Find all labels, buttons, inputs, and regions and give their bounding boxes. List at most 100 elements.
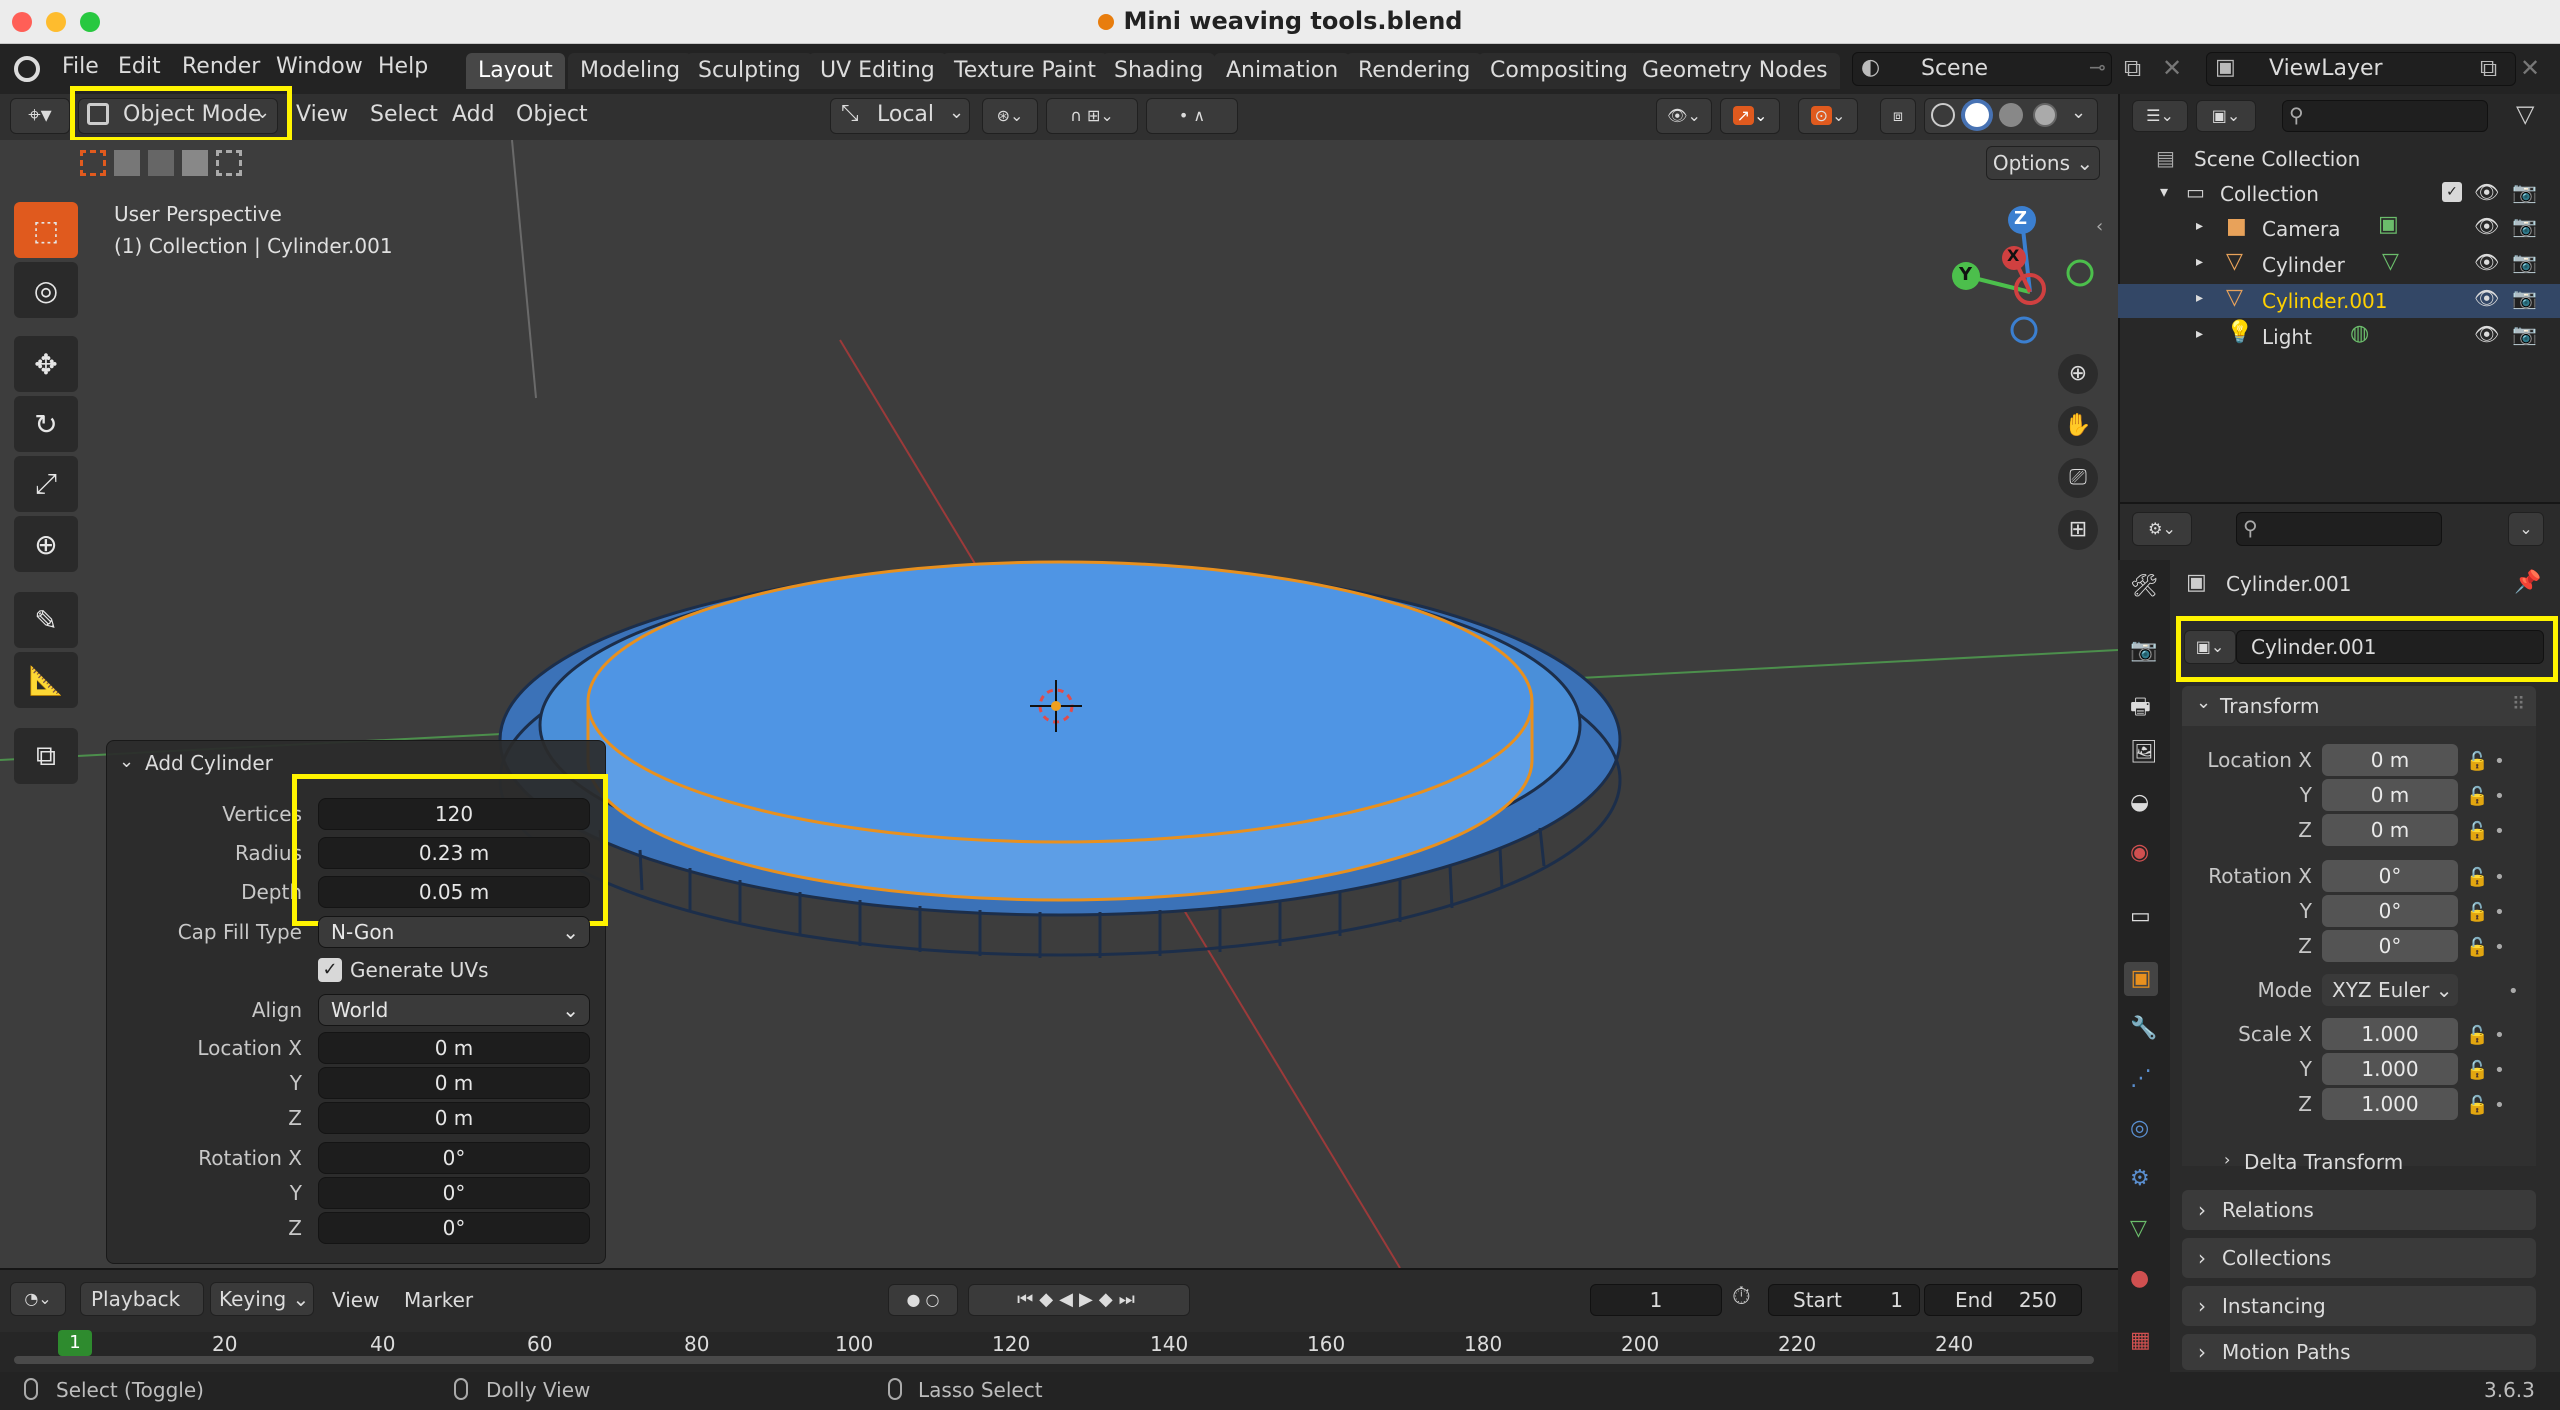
prop-rotation-x-field[interactable]: 0° xyxy=(2322,860,2458,892)
pivot-point-icon[interactable]: ⊛⌄ xyxy=(982,98,1038,134)
xray-icon[interactable]: ⧈ xyxy=(1880,98,1916,134)
transform-label[interactable]: Transform xyxy=(2220,694,2319,718)
outliner-item-camera[interactable]: Camera xyxy=(2262,217,2341,241)
instancing-panel[interactable]: › Instancing xyxy=(2182,1286,2536,1326)
add-cube-tool-icon[interactable]: ⧉ xyxy=(14,728,78,784)
view-layer-selector[interactable]: ▣ ViewLayer xyxy=(2206,52,2516,86)
lock-icon[interactable]: 🔓 • xyxy=(2466,860,2536,895)
select-invert-icon[interactable] xyxy=(182,150,208,176)
chevron-right-icon[interactable]: › xyxy=(2224,1150,2230,1169)
rotate-tool-icon[interactable]: ↻ xyxy=(14,396,78,452)
lock-icon[interactable]: 🔓 • xyxy=(2466,1018,2536,1053)
eye-icon[interactable]: 👁 xyxy=(2474,322,2499,346)
collection-exclude-checkbox[interactable]: ✓ xyxy=(2442,182,2462,202)
tab-uv-editing[interactable]: UV Editing xyxy=(808,53,947,89)
object-browse-icon[interactable]: ▣⌄ xyxy=(2184,630,2236,664)
rendered-shading-icon[interactable] xyxy=(2033,103,2057,127)
eye-icon[interactable]: 👁 xyxy=(2474,214,2499,238)
menu-view[interactable]: View xyxy=(296,102,348,127)
chevron-right-icon[interactable]: ▸ xyxy=(2196,290,2203,306)
lock-icon[interactable]: 🔓 • xyxy=(2466,744,2536,779)
tab-compositing[interactable]: Compositing xyxy=(1478,53,1640,89)
lock-icon[interactable]: 🔓 • xyxy=(2466,895,2536,930)
material-shading-icon[interactable] xyxy=(1999,103,2023,127)
tab-modeling[interactable]: Modeling xyxy=(568,53,693,89)
view-layer-properties-icon[interactable]: 🖼 xyxy=(2130,740,2158,765)
modifier-properties-icon[interactable]: 🔧 xyxy=(2130,1016,2157,1041)
playback-controls[interactable]: ⏮◆◀▶◆⏭ xyxy=(968,1284,1190,1316)
chevron-right-icon[interactable]: ▸ xyxy=(2196,218,2203,234)
current-frame-field[interactable]: 1 xyxy=(1590,1284,1722,1316)
rotation-y-field[interactable]: 0° xyxy=(318,1177,590,1209)
current-frame-marker[interactable]: 1 xyxy=(58,1330,92,1356)
transform-tool-icon[interactable]: ⊕ xyxy=(14,516,78,572)
timeline-marker-menu[interactable]: Marker xyxy=(404,1288,473,1312)
collection-label[interactable]: Collection xyxy=(2220,182,2319,206)
gizmo-y-label[interactable]: Y xyxy=(1959,264,1972,285)
location-x-field[interactable]: 0 m xyxy=(318,1032,590,1064)
menu-render[interactable]: Render xyxy=(182,54,260,79)
visibility-icon[interactable]: 👁⌄ xyxy=(1656,98,1712,134)
timeline-view-menu[interactable]: View xyxy=(332,1288,379,1312)
scale-tool-icon[interactable]: ⤢ xyxy=(14,456,78,512)
blender-logo-icon[interactable] xyxy=(14,56,40,82)
scene-selector[interactable]: ◐ Scene ⊸ xyxy=(1852,52,2112,86)
drag-handle-icon[interactable]: ⠿ xyxy=(2512,694,2525,715)
cap-fill-select[interactable]: N-Gon ⌄ xyxy=(318,916,590,948)
start-frame-field[interactable]: Start 1 xyxy=(1768,1284,1920,1316)
delete-scene-icon[interactable]: ✕ xyxy=(2162,54,2182,82)
menu-window[interactable]: Window xyxy=(276,54,363,79)
align-select[interactable]: World ⌄ xyxy=(318,994,590,1026)
timeline-scrollbar[interactable] xyxy=(14,1356,2094,1364)
display-mode-icon[interactable]: ▣⌄ xyxy=(2196,100,2256,132)
chevron-down-icon[interactable]: ⌄ xyxy=(119,751,134,772)
lock-icon[interactable]: 🔓 • xyxy=(2466,1088,2536,1123)
lock-icon[interactable]: 🔓 • xyxy=(2466,1053,2536,1088)
options-button[interactable]: Options ⌄ xyxy=(1986,146,2100,180)
select-extend-icon[interactable] xyxy=(114,150,140,176)
overlays-icon[interactable]: ⊙ ⌄ xyxy=(1798,98,1858,134)
new-view-layer-icon[interactable]: ⧉ xyxy=(2480,54,2497,82)
prop-scale-y-field[interactable]: 1.000 xyxy=(2322,1053,2458,1085)
lock-icon[interactable]: 🔓 • xyxy=(2466,779,2536,814)
chevron-down-icon[interactable]: ▾ xyxy=(2160,182,2168,201)
motion-paths-panel[interactable]: › Motion Paths xyxy=(2182,1334,2536,1370)
eye-icon[interactable]: 👁 xyxy=(2474,286,2499,310)
prop-scale-z-field[interactable]: 1.000 xyxy=(2322,1088,2458,1120)
pin-icon[interactable]: ⊸ xyxy=(2089,55,2106,79)
rotation-z-field[interactable]: 0° xyxy=(318,1212,590,1244)
material-properties-icon[interactable]: ● xyxy=(2130,1266,2149,1291)
relations-panel[interactable]: › Relations xyxy=(2182,1190,2536,1230)
tab-layout[interactable]: Layout xyxy=(466,53,565,89)
playback-menu[interactable]: Playback ⌄ xyxy=(80,1282,204,1343)
proportional-editing-icon[interactable]: • ∧ xyxy=(1146,98,1238,134)
select-intersect-icon[interactable] xyxy=(216,150,242,176)
outliner-item-light[interactable]: Light xyxy=(2262,325,2312,349)
end-frame-field[interactable]: End 250 xyxy=(1924,1284,2082,1316)
prop-location-z-field[interactable]: 0 m xyxy=(2322,814,2458,846)
render-camera-icon[interactable]: 📷 xyxy=(2512,250,2537,274)
object-properties-icon[interactable]: ▣ xyxy=(2124,962,2158,996)
tab-animation[interactable]: Animation xyxy=(1214,53,1351,89)
panel-title[interactable]: Add Cylinder xyxy=(145,751,273,775)
scene-properties-icon[interactable]: ◒ xyxy=(2130,790,2149,815)
chevron-right-icon[interactable]: ▸ xyxy=(2196,326,2203,342)
menu-object[interactable]: Object xyxy=(516,102,588,127)
menu-select[interactable]: Select xyxy=(370,102,438,127)
eye-icon[interactable]: 👁 xyxy=(2474,180,2499,204)
menu-edit[interactable]: Edit xyxy=(118,54,161,79)
move-tool-icon[interactable]: ✥ xyxy=(14,336,78,392)
keyframe-dot-icon[interactable]: • xyxy=(2466,974,2536,1009)
shading-modes[interactable]: ⌄ xyxy=(1924,98,2098,134)
output-properties-icon[interactable]: 🖶 xyxy=(2130,690,2151,728)
perspective-toggle-icon[interactable]: ⊞ xyxy=(2058,510,2098,550)
tab-rendering[interactable]: Rendering xyxy=(1346,53,1483,89)
location-y-field[interactable]: 0 m xyxy=(318,1067,590,1099)
record-keyframe-icon[interactable]: ● ○ xyxy=(888,1284,958,1316)
mode-selector[interactable]: Object Mode ⌄ xyxy=(78,98,278,134)
outliner-editor-type-icon[interactable]: ☰⌄ xyxy=(2132,100,2188,132)
tab-geometry-nodes[interactable]: Geometry Nodes xyxy=(1630,53,1840,89)
gizmo-z-label[interactable]: Z xyxy=(2014,208,2027,229)
chevron-down-icon[interactable]: ⌄ xyxy=(2071,102,2086,123)
properties-editor-type-icon[interactable]: ⚙⌄ xyxy=(2132,512,2192,546)
